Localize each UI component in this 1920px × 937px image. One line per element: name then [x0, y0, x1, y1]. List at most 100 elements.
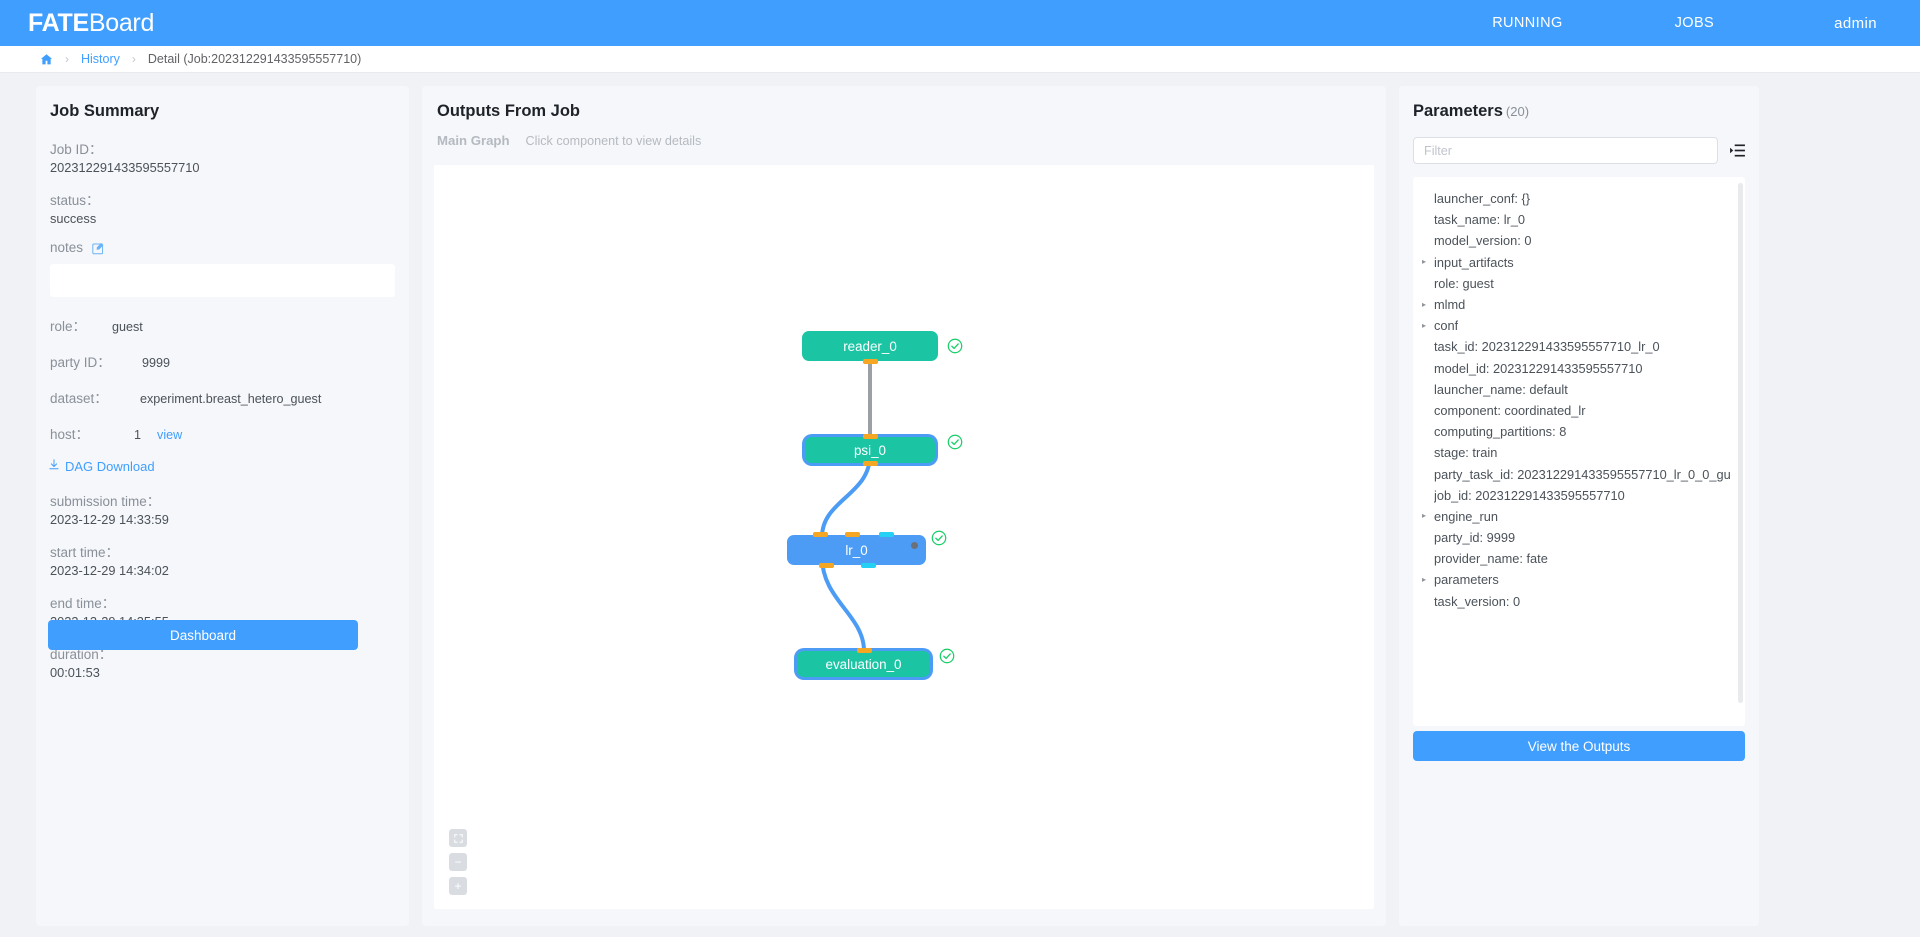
parameter-row[interactable]: ▸role: guest	[1413, 273, 1745, 294]
view-the-outputs-button[interactable]: View the Outputs	[1413, 731, 1745, 761]
role-label: role：	[50, 319, 87, 334]
submission-time-value: 2023-12-29 14:33:59	[50, 512, 169, 527]
parameter-label: task_version: 0	[1434, 593, 1521, 609]
parameter-row[interactable]: ▸launcher_conf: {}	[1413, 188, 1745, 209]
nav-item-jobs[interactable]: JOBS	[1675, 15, 1714, 31]
parameter-row[interactable]: ▸ engine_run	[1413, 506, 1745, 527]
parameter-row[interactable]: ▸computing_partitions: 8	[1413, 421, 1745, 442]
chevron-right-icon[interactable]: ▸	[1422, 512, 1434, 520]
parameter-row[interactable]: ▸task_id: 202312291433595557710_lr_0	[1413, 336, 1745, 357]
field-status: status： success	[36, 189, 409, 226]
chevron-right-icon[interactable]: ▸	[1422, 321, 1434, 330]
parameter-label: mlmd	[1434, 297, 1466, 313]
parameter-label: launcher_name: default	[1434, 381, 1568, 397]
status-success-icon-lr_0	[931, 530, 947, 546]
port-output-1-lr_0[interactable]	[879, 532, 894, 537]
port-output-2-lr_0[interactable]	[819, 563, 834, 568]
parameters-scrollbar[interactable]	[1738, 183, 1743, 703]
dag-node-lr_0[interactable]: lr_0	[787, 532, 926, 568]
parameters-filter-input[interactable]	[1413, 137, 1718, 164]
parameter-row[interactable]: ▸party_id: 9999	[1413, 527, 1745, 548]
node-menu-dot-lr_0[interactable]	[911, 542, 918, 549]
home-icon[interactable]	[40, 53, 53, 66]
start-time-value: 2023-12-29 14:34:02	[50, 563, 169, 578]
parameters-filter-row	[1399, 137, 1759, 164]
parameter-row[interactable]: ▸provider_name: fate	[1413, 548, 1745, 569]
parameters-panel: Parameters(20) ▸launcher_conf: {} ▸task_…	[1399, 86, 1759, 926]
port-input-2-lr_0[interactable]	[845, 532, 860, 537]
field-job-id: Job ID： 202312291433595557710	[36, 138, 409, 175]
dag-graph-canvas[interactable]: reader_0 psi_0 lr_0 evaluation_0 − +	[434, 165, 1374, 909]
zoom-out-button[interactable]: −	[449, 853, 467, 871]
port-input-evaluation_0[interactable]	[857, 648, 872, 653]
parameter-row[interactable]: ▸model_id: 202312291433595557710	[1413, 358, 1745, 379]
parameter-label: task_name: lr_0	[1434, 212, 1526, 228]
field-submission-time: submission time： 2023-12-29 14:33:59	[36, 490, 409, 527]
breadcrumb-link-history[interactable]: History	[81, 52, 120, 66]
host-view-link[interactable]: view	[157, 428, 182, 442]
parameter-label: party_task_id: 202312291433595557710_lr_…	[1434, 466, 1731, 482]
outputs-title: Outputs From Job	[437, 102, 580, 120]
parameter-row[interactable]: ▸component: coordinated_lr	[1413, 400, 1745, 421]
parameter-row[interactable]: ▸ parameters	[1413, 569, 1745, 590]
chevron-right-icon[interactable]: ▸	[1422, 300, 1434, 309]
list-indent-icon[interactable]	[1730, 144, 1745, 157]
chevron-right-icon[interactable]: ▸	[1422, 575, 1434, 584]
parameter-label: component: coordinated_lr	[1434, 402, 1586, 418]
field-start-time: start time： 2023-12-29 14:34:02	[36, 541, 409, 578]
fit-screen-button[interactable]	[449, 829, 467, 847]
parameter-row[interactable]: ▸task_version: 0	[1413, 591, 1745, 612]
port-output-reader_0[interactable]	[863, 359, 878, 364]
parameter-row[interactable]: ▸job_id: 202312291433595557710	[1413, 485, 1745, 506]
parameter-row[interactable]: ▸task_name: lr_0	[1413, 209, 1745, 230]
parameter-row[interactable]: ▸launcher_name: default	[1413, 379, 1745, 400]
breadcrumb-current-detail: Detail (Job:202312291433595557710)	[147, 52, 362, 66]
zoom-in-button[interactable]: +	[449, 877, 467, 895]
field-notes: notes	[36, 240, 409, 257]
outputs-from-job-panel: Outputs From Job Main Graph Click compon…	[422, 86, 1386, 926]
port-output-3-lr_0[interactable]	[861, 563, 876, 568]
duration-value: 00:01:53	[50, 665, 100, 680]
parameter-label: task_id: 202312291433595557710_lr_0	[1434, 339, 1660, 355]
port-output-psi_0[interactable]	[863, 461, 878, 466]
parameter-row[interactable]: ▸stage: train	[1413, 442, 1745, 463]
dag-node-label-psi_0: psi_0	[853, 442, 886, 458]
port-input-psi_0[interactable]	[863, 434, 878, 439]
status-value: success	[50, 211, 97, 226]
chevron-right-icon[interactable]: ▸	[1422, 258, 1434, 266]
parameters-title-text: Parameters	[1413, 102, 1503, 120]
parameter-label: party_id: 9999	[1434, 530, 1516, 546]
app-logo[interactable]: FATEBoard	[28, 9, 154, 38]
download-icon	[48, 459, 60, 474]
tab-main-graph[interactable]: Main Graph	[437, 133, 510, 148]
parameter-label: job_id: 202312291433595557710	[1434, 487, 1625, 503]
parameter-row[interactable]: ▸ conf	[1413, 315, 1745, 336]
role-value: guest	[112, 320, 143, 334]
parameter-row[interactable]: ▸party_task_id: 202312291433595557710_lr…	[1413, 463, 1745, 484]
nav-item-running[interactable]: RUNNING	[1492, 15, 1562, 31]
parameter-label: conf	[1434, 318, 1459, 334]
status-success-icon-evaluation_0	[939, 648, 955, 664]
parameter-label: computing_partitions: 8	[1434, 424, 1567, 440]
dag-node-psi_0[interactable]: psi_0	[805, 434, 935, 466]
parameter-label: input_artifacts	[1434, 254, 1514, 270]
parameter-label: model_id: 202312291433595557710	[1434, 360, 1643, 376]
parameter-row[interactable]: ▸ input_artifacts	[1413, 252, 1745, 273]
parameters-tree[interactable]: ▸launcher_conf: {} ▸task_name: lr_0 ▸mod…	[1413, 177, 1745, 726]
dataset-value: experiment.breast_hetero_guest	[140, 392, 322, 406]
dag-download-link[interactable]: DAG Download	[36, 459, 409, 474]
party-id-value: 9999	[142, 356, 171, 370]
dag-node-reader_0[interactable]: reader_0	[802, 331, 938, 364]
nav-item-admin-user[interactable]: admin	[1834, 15, 1877, 32]
parameter-row[interactable]: ▸ mlmd	[1413, 294, 1745, 315]
dag-node-label-reader_0: reader_0	[843, 338, 897, 354]
dag-node-label-evaluation_0: evaluation_0	[825, 656, 902, 672]
dag-node-evaluation_0[interactable]: evaluation_0	[797, 648, 930, 677]
port-input-1-lr_0[interactable]	[813, 532, 828, 537]
notes-input[interactable]	[50, 264, 395, 297]
status-success-icon-psi_0	[947, 434, 963, 450]
dashboard-button[interactable]: Dashboard	[48, 620, 358, 650]
edit-notes-icon[interactable]	[92, 242, 105, 255]
parameter-row[interactable]: ▸model_version: 0	[1413, 230, 1745, 251]
graph-zoom-controls: − +	[449, 829, 467, 895]
